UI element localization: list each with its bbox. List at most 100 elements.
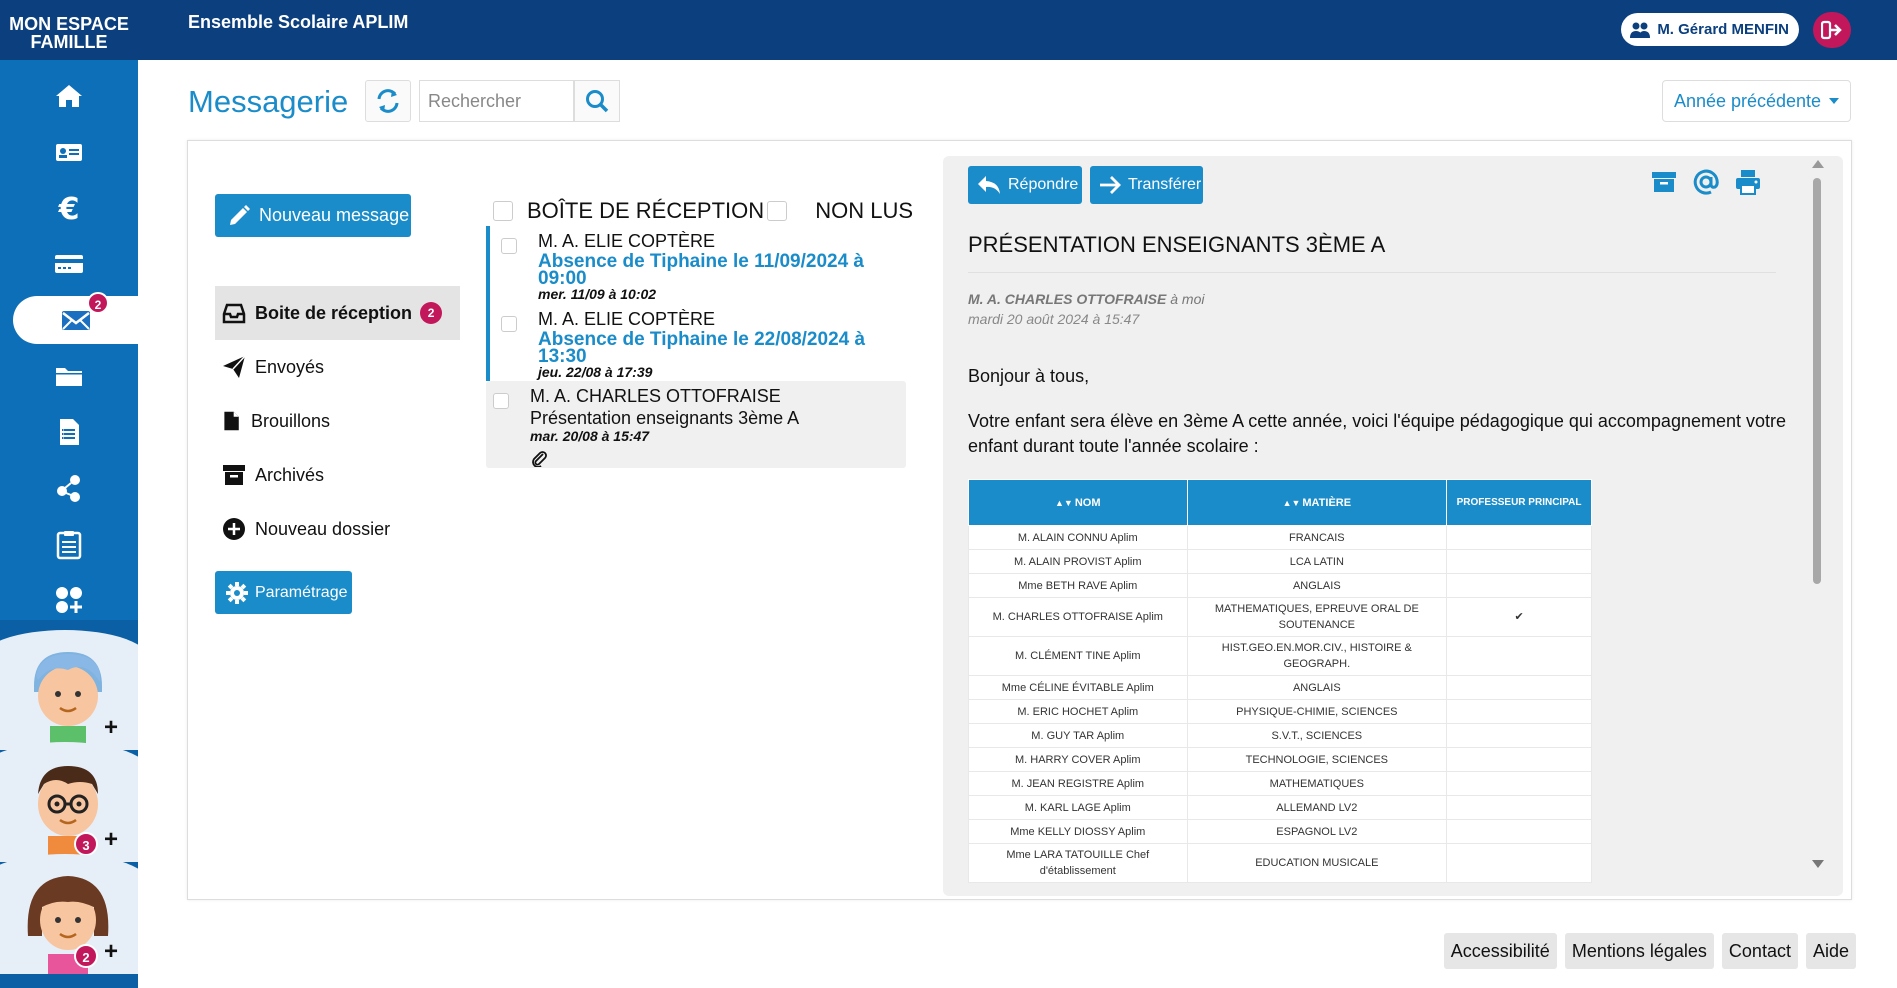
table-cell (1446, 747, 1592, 772)
message-list-item[interactable]: M. A. ELIE COPTÈRE Absence de Tiphaine l… (486, 226, 916, 304)
table-cell: Mme BETH RAVE Aplim (968, 573, 1188, 598)
column-header-subject[interactable]: ▲▼ MATIÈRE (1186, 479, 1448, 526)
sidebar-item-files[interactable] (0, 404, 138, 460)
folder-inbox[interactable]: Boite de réception 2 (215, 286, 460, 340)
sidebar: MON ESPACE FAMILLE € 2 + 3 + 2 + (0, 0, 138, 988)
table-cell: FRANCAIS (1186, 525, 1448, 550)
table-cell: ESPAGNOL LV2 (1186, 819, 1448, 844)
message-title: PRÉSENTATION ENSEIGNANTS 3ÈME A (968, 232, 1386, 257)
table-cell: S.V.T., SCIENCES (1186, 723, 1448, 748)
table-row: M. ERIC HOCHET Aplim PHYSIQUE-CHIMIE, SCI… (968, 699, 1592, 724)
refresh-button[interactable] (365, 80, 411, 122)
table-row: M. HARRY COVER Aplim TECHNOLOGIE, SCIENCE… (968, 747, 1592, 772)
arrow-right-icon (1100, 176, 1121, 194)
child-avatar-2[interactable]: 3 + (0, 742, 138, 862)
chevron-down-icon (1829, 98, 1840, 104)
table-cell: EDUCATION MUSICALE (1186, 843, 1448, 883)
table-row: M. ALAIN CONNU Aplim FRANCAIS (968, 525, 1592, 550)
card-icon (55, 255, 83, 273)
message-checkbox[interactable] (493, 393, 509, 409)
messaging-badge: 2 (87, 292, 109, 314)
message-list-item[interactable]: M. A. CHARLES OTTOFRAISE Présentation en… (486, 381, 906, 468)
table-cell: M. CHARLES OTTOFRAISE Aplim (968, 597, 1188, 637)
logout-button[interactable] (1813, 12, 1851, 48)
folder-drafts[interactable]: Brouillons (215, 394, 460, 448)
inbox-unread-badge: 2 (420, 302, 443, 324)
table-cell: ANGLAIS (1186, 675, 1448, 700)
table-cell: PHYSIQUE-CHIMIE, SCIENCES (1186, 699, 1448, 724)
table-cell: MATHEMATIQUES, EPREUVE ORAL DE SOUTENANC… (1186, 597, 1448, 637)
child-avatar-icon (38, 766, 98, 862)
footer-link-contact[interactable]: Contact (1721, 933, 1798, 969)
sidebar-item-messaging[interactable]: 2 (13, 292, 138, 344)
folder-archived[interactable]: Archivés (215, 448, 460, 502)
table-row: M. GUY TAR Aplim S.V.T., SCIENCES (968, 723, 1592, 748)
previous-year-dropdown[interactable]: Année précédente (1662, 80, 1851, 122)
user-name: M. Gérard MENFIN (1657, 21, 1789, 38)
message-checkbox[interactable] (501, 238, 517, 254)
table-cell: M. ERIC HOCHET Aplim (968, 699, 1188, 724)
settings-button[interactable]: Paramétrage (215, 571, 352, 614)
table-cell: M. HARRY COVER Aplim (968, 747, 1188, 772)
table-cell: M. ALAIN PROVIST Aplim (968, 549, 1188, 574)
folder-list: Boite de réception 2 Envoyés Brouillons … (215, 286, 460, 556)
sidebar-item-home[interactable] (0, 68, 138, 124)
footer-link-accessibility[interactable]: Accessibilité (1443, 933, 1557, 969)
scroll-thumb[interactable] (1813, 178, 1821, 584)
sidebar-item-documents[interactable] (0, 348, 138, 404)
unread-filter-checkbox[interactable] (767, 201, 788, 221)
new-message-button[interactable]: Nouveau message (215, 194, 411, 237)
sidebar-item-card[interactable] (0, 236, 138, 292)
table-cell (1446, 525, 1592, 550)
teachers-table: ▲▼ NOM ▲▼ MATIÈRE PROFESSEUR PRINCIPAL M. … (968, 479, 1592, 883)
select-all-checkbox[interactable] (493, 201, 513, 221)
print-icon[interactable] (1734, 168, 1762, 196)
footer-links: Accessibilité Mentions légales Contact A… (1443, 933, 1856, 969)
footer-link-legal[interactable]: Mentions légales (1564, 933, 1714, 969)
footer-link-help[interactable]: Aide (1805, 933, 1856, 969)
table-cell: MATHEMATIQUES (1186, 771, 1448, 796)
forward-button[interactable]: Transférer (1090, 166, 1203, 204)
at-sign-icon[interactable] (1692, 168, 1720, 196)
sidebar-item-clipboard[interactable] (0, 516, 138, 572)
message-list-item[interactable]: M. A. ELIE COPTÈRE Absence de Tiphaine l… (486, 304, 916, 381)
clipboard-icon (56, 531, 82, 560)
folder-sent[interactable]: Envoyés (215, 340, 460, 394)
table-row: Mme KELLY DIOSSY Aplim ESPAGNOL LV2 (968, 819, 1592, 844)
child-avatar-1[interactable]: + (0, 630, 138, 750)
sidebar-item-network[interactable] (0, 460, 138, 516)
table-cell: TECHNOLOGIE, SCIENCES (1186, 747, 1448, 772)
school-name: Ensemble Scolaire APLIM (188, 12, 409, 32)
message-checkbox[interactable] (501, 316, 517, 332)
table-row: M. CHARLES OTTOFRAISE Aplim MATHEMATIQUES… (968, 597, 1592, 637)
child-avatar-3[interactable]: 2 + (0, 854, 138, 974)
table-cell: Mme KELLY DIOSSY Aplim (968, 819, 1188, 844)
sidebar-nav: € 2 (0, 68, 138, 628)
apps-icon (56, 587, 82, 613)
sidebar-item-payments[interactable]: € (0, 180, 138, 236)
scroll-down-arrow[interactable] (1812, 860, 1824, 868)
inbox-icon (222, 303, 246, 324)
table-row: M. JEAN REGISTRE Aplim MATHEMATIQUES (968, 771, 1592, 796)
reply-button[interactable]: Répondre (968, 166, 1082, 204)
unread-filter[interactable]: NON LUS (767, 198, 913, 224)
user-menu[interactable]: M. Gérard MENFIN (1621, 13, 1799, 46)
search-icon (586, 90, 609, 113)
svg-text:€: € (58, 192, 80, 224)
reader-scrollbar[interactable] (1810, 160, 1824, 868)
message-body: Bonjour à tous, Votre enfant sera élève … (968, 366, 1787, 456)
gear-icon (226, 581, 248, 604)
document-icon (60, 419, 79, 445)
search-button[interactable] (574, 80, 620, 122)
search-input[interactable] (419, 80, 574, 122)
archive-icon[interactable] (1650, 168, 1678, 196)
file-icon (224, 411, 239, 431)
message-list-header: BOÎTE DE RÉCEPTION NON LUS (493, 196, 913, 226)
paper-plane-icon (223, 355, 246, 378)
column-header-name[interactable]: ▲▼ NOM (968, 479, 1188, 526)
sidebar-item-profile[interactable] (0, 124, 138, 180)
pencil-icon (230, 204, 250, 225)
folder-new[interactable]: Nouveau dossier (215, 502, 460, 556)
scroll-up-arrow[interactable] (1812, 160, 1824, 168)
brand-logo[interactable]: MON ESPACE FAMILLE (0, 0, 138, 60)
